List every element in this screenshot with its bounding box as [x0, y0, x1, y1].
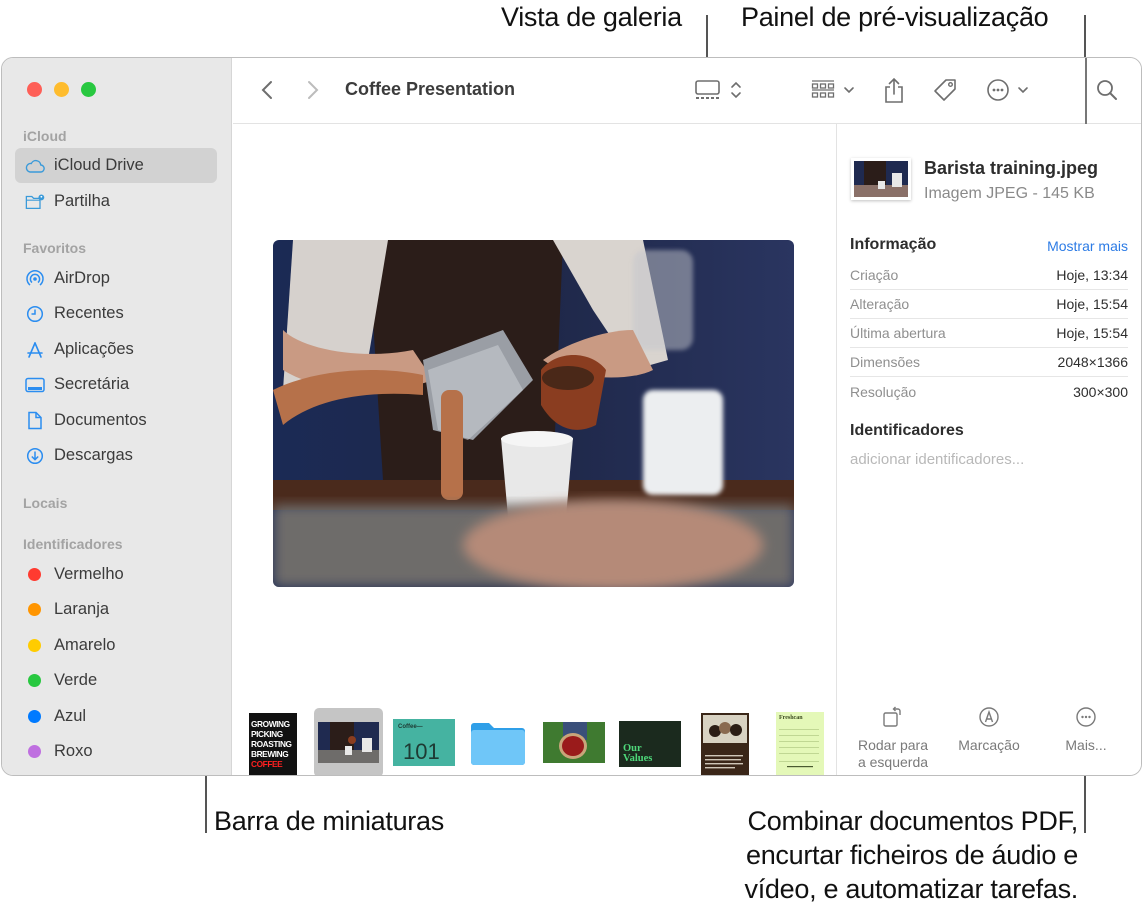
airdrop-icon	[25, 269, 45, 289]
sidebar-item-descargas[interactable]: Descargas	[15, 438, 217, 473]
sidebar: iCloud iCloud Drive Partilha Favoritos A…	[2, 58, 232, 775]
show-more-link[interactable]: Mostrar mais	[1047, 238, 1128, 254]
tag-icon	[934, 79, 956, 101]
thumbnail-bar: GROWING PICKING ROASTING BREWING COFFEE …	[233, 699, 836, 775]
tag-dot-green-icon	[28, 674, 41, 687]
close-button[interactable]	[27, 82, 42, 97]
zoom-button[interactable]	[81, 82, 96, 97]
rotate-left-button[interactable]: Rodar para a esquerda	[848, 704, 938, 771]
desktop-icon	[25, 375, 45, 395]
tag-dot-orange-icon	[28, 603, 41, 616]
thumbnail-folder[interactable]	[469, 717, 527, 767]
view-mode-button[interactable]	[693, 76, 747, 104]
sidebar-item-documentos[interactable]: Documentos	[15, 403, 217, 438]
image-preview[interactable]	[273, 240, 794, 587]
tags-heading: Identificadores	[850, 422, 964, 439]
callout-quick-actions: Combinar documentos PDF, encurtar fichei…	[744, 806, 1079, 904]
forward-button[interactable]	[301, 78, 325, 102]
info-row-creation: Criação Hoje, 13:34	[850, 261, 1128, 290]
sidebar-item-aplicacoes[interactable]: Aplicações	[15, 332, 217, 367]
barista-mini-image	[854, 161, 908, 197]
sidebar-heading-favoritos: Favoritos	[23, 240, 87, 256]
info-heading: Informação	[850, 236, 937, 253]
invoice-lines	[779, 729, 819, 768]
sidebar-heading-icloud: iCloud	[23, 128, 67, 144]
file-name: Barista training.jpeg	[924, 158, 1099, 178]
preview-pane: Barista training.jpeg Imagem JPEG - 145 …	[836, 124, 1141, 775]
cafe-flyer-image	[701, 713, 749, 775]
finder-window: iCloud iCloud Drive Partilha Favoritos A…	[1, 57, 1142, 776]
download-icon	[25, 446, 45, 466]
sidebar-heading-locais: Locais	[23, 495, 68, 511]
callout-thumbnail-bar: Barra de miniaturas	[214, 806, 444, 836]
chevron-right-icon	[308, 81, 319, 99]
callout-preview-pane: Painel de pré-visualização	[741, 2, 1049, 32]
window-controls	[27, 82, 96, 97]
search-button[interactable]	[1093, 76, 1121, 104]
markup-icon	[944, 704, 1034, 730]
document-icon	[25, 411, 45, 431]
sidebar-item-airdrop[interactable]: AirDrop	[15, 261, 217, 296]
coffee-cherries-image	[543, 722, 605, 763]
sidebar-tag-amarelo[interactable]: Amarelo	[15, 628, 217, 663]
toolbar: Coffee Presentation	[233, 58, 1141, 124]
sidebar-item-icloud-drive[interactable]: iCloud Drive	[15, 148, 217, 183]
file-type: Imagem JPEG - 145 KB	[924, 185, 1095, 202]
share-button[interactable]	[881, 74, 907, 106]
main-area: Coffee Presentation GROWING PICKING ROAS…	[233, 58, 1141, 775]
thumbnail-our-values[interactable]: Our Values	[619, 721, 681, 767]
applications-icon	[25, 340, 45, 360]
sidebar-tag-roxo[interactable]: Roxo	[15, 734, 217, 769]
barista-photo	[273, 240, 794, 587]
search-icon	[1097, 80, 1117, 100]
gallery-view-icon	[695, 80, 741, 99]
shared-folder-icon	[25, 192, 45, 212]
clock-icon	[25, 304, 45, 324]
sidebar-item-recentes[interactable]: Recentes	[15, 296, 217, 331]
window-title: Coffee Presentation	[345, 79, 516, 99]
tag-dot-red-icon	[28, 568, 41, 581]
sidebar-tag-verde[interactable]: Verde	[15, 663, 217, 698]
ellipsis-circle-icon	[987, 79, 1028, 101]
cloud-icon	[25, 156, 45, 176]
share-icon	[885, 77, 903, 103]
thumbnail-coffee-101[interactable]: Coffee— 101	[393, 719, 455, 766]
more-quick-actions-button[interactable]: Mais...	[1041, 704, 1131, 754]
barista-thumbnail-image	[318, 722, 379, 763]
info-row-last-opened: Última abertura Hoje, 15:54	[850, 319, 1128, 348]
tag-dot-blue-icon	[28, 710, 41, 723]
file-thumbnail	[851, 158, 911, 200]
markup-button[interactable]: Marcação	[944, 704, 1034, 754]
sidebar-item-secretaria[interactable]: Secretária	[15, 367, 217, 402]
tag-dot-purple-icon	[28, 745, 41, 758]
sidebar-tag-vermelho[interactable]: Vermelho	[15, 557, 217, 592]
back-button[interactable]	[255, 78, 279, 102]
sidebar-item-partilha[interactable]: Partilha	[15, 184, 217, 219]
tags-input[interactable]: adicionar identificadores...	[850, 451, 1024, 468]
toolbar-divider	[1085, 58, 1087, 124]
info-row-resolution: Resolução 300×300	[850, 383, 1128, 400]
sidebar-tag-laranja[interactable]: Laranja	[15, 592, 217, 627]
sidebar-tag-azul[interactable]: Azul	[15, 699, 217, 734]
thumbnail-coffee-cherries[interactable]	[543, 722, 605, 763]
folder-icon	[471, 723, 525, 765]
tag-button[interactable]	[931, 76, 959, 104]
sidebar-heading-identificadores: Identificadores	[23, 536, 123, 552]
thumbnail-freshcan[interactable]: Freshcan	[776, 712, 824, 775]
more-actions-button[interactable]	[985, 76, 1033, 104]
rotate-left-icon	[848, 704, 938, 730]
group-button[interactable]	[809, 76, 859, 104]
info-row-dimensions: Dimensões 2048×1366	[850, 348, 1128, 377]
callout-gallery-view: Vista de galeria	[501, 2, 682, 32]
info-row-modified: Alteração Hoje, 15:54	[850, 290, 1128, 319]
chevron-left-icon	[261, 81, 272, 99]
thumbnail-barista-training[interactable]	[314, 708, 383, 775]
thumbnail-cafe-flyer[interactable]	[701, 713, 749, 775]
ellipsis-circle-icon	[1041, 704, 1131, 730]
thumbnail-growing-picking[interactable]: GROWING PICKING ROASTING BREWING COFFEE	[249, 713, 297, 775]
group-grid-icon	[811, 80, 854, 98]
tag-dot-yellow-icon	[28, 639, 41, 652]
minimize-button[interactable]	[54, 82, 69, 97]
gallery-view: GROWING PICKING ROASTING BREWING COFFEE …	[233, 124, 836, 775]
